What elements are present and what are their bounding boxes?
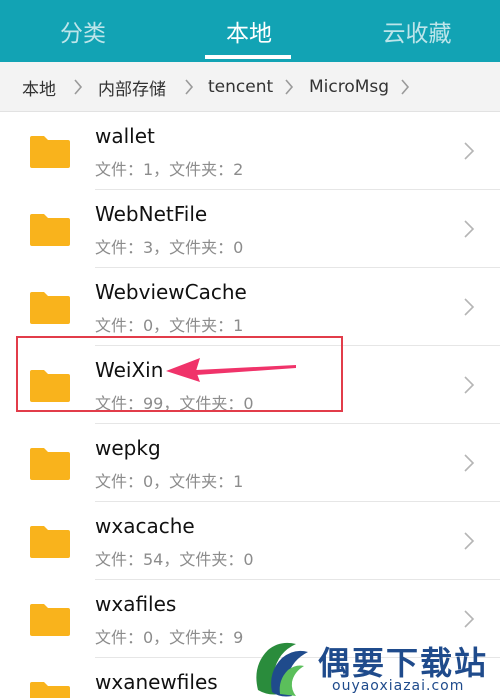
file-meta: 文件：0，文件夹：1 xyxy=(95,472,244,491)
chevron-right-icon xyxy=(464,454,475,472)
chevron-right-icon xyxy=(464,220,475,238)
file-meta: 文件：0，文件夹：9 xyxy=(95,628,244,647)
folder-icon xyxy=(30,448,70,480)
chevron-right-icon xyxy=(464,376,475,394)
folder-icon xyxy=(30,604,70,636)
chevron-right-icon xyxy=(464,298,475,316)
chevron-right-icon xyxy=(464,142,475,160)
file-name: WebviewCache xyxy=(95,280,247,304)
file-name: wxanewfiles xyxy=(95,670,218,694)
breadcrumb: 本地 内部存储 tencent MicroMsg xyxy=(0,62,500,112)
file-meta: 文件：1，文件夹：2 xyxy=(95,160,244,179)
pointer-arrow-icon xyxy=(166,358,296,382)
file-name: wepkg xyxy=(95,436,161,460)
tab-cloud-favorites[interactable]: 云收藏 xyxy=(334,0,500,62)
watermark-logo-icon xyxy=(256,642,308,697)
chevron-right-icon xyxy=(464,532,475,550)
breadcrumb-separator-icon xyxy=(284,62,294,111)
file-name: wallet xyxy=(95,124,155,148)
breadcrumb-separator-icon xyxy=(184,62,194,111)
folder-icon xyxy=(30,292,70,324)
folder-icon xyxy=(30,136,70,168)
file-name: wxacache xyxy=(95,514,195,538)
file-name: wxafiles xyxy=(95,592,177,616)
breadcrumb-separator-icon xyxy=(400,62,410,111)
top-tab-bar: 分类 本地 云收藏 xyxy=(0,0,500,62)
folder-icon xyxy=(30,214,70,246)
file-row-wepkg[interactable]: wepkg 文件：0，文件夹：1 xyxy=(0,424,500,502)
breadcrumb-item-local[interactable]: 本地 xyxy=(22,62,56,111)
file-meta: 文件：3，文件夹：0 xyxy=(95,238,244,257)
file-row-webnetfile[interactable]: WebNetFile 文件：3，文件夹：0 xyxy=(0,190,500,268)
file-meta: 文件：54，文件夹：0 xyxy=(95,550,254,569)
breadcrumb-item-tencent[interactable]: tencent xyxy=(208,62,273,111)
file-row-wallet[interactable]: wallet 文件：1，文件夹：2 xyxy=(0,112,500,190)
tab-category[interactable]: 分类 xyxy=(0,0,166,62)
watermark-url: ouyaoxiazai.com xyxy=(332,678,465,694)
tab-local[interactable]: 本地 xyxy=(166,0,332,62)
file-meta: 文件：0，文件夹：1 xyxy=(95,316,244,335)
file-row-webviewcache[interactable]: WebviewCache 文件：0，文件夹：1 xyxy=(0,268,500,346)
watermark: 偶要下载站 ouyaoxiazai.com xyxy=(250,638,500,698)
file-name: WebNetFile xyxy=(95,202,208,226)
breadcrumb-item-internal-storage[interactable]: 内部存储 xyxy=(98,62,166,111)
chevron-right-icon xyxy=(464,610,475,628)
active-tab-indicator xyxy=(205,55,291,59)
breadcrumb-item-micromsg[interactable]: MicroMsg xyxy=(309,62,389,111)
breadcrumb-separator-icon xyxy=(73,62,83,111)
folder-icon xyxy=(30,682,70,698)
folder-icon xyxy=(30,526,70,558)
file-row-wxacache[interactable]: wxacache 文件：54，文件夹：0 xyxy=(0,502,500,580)
